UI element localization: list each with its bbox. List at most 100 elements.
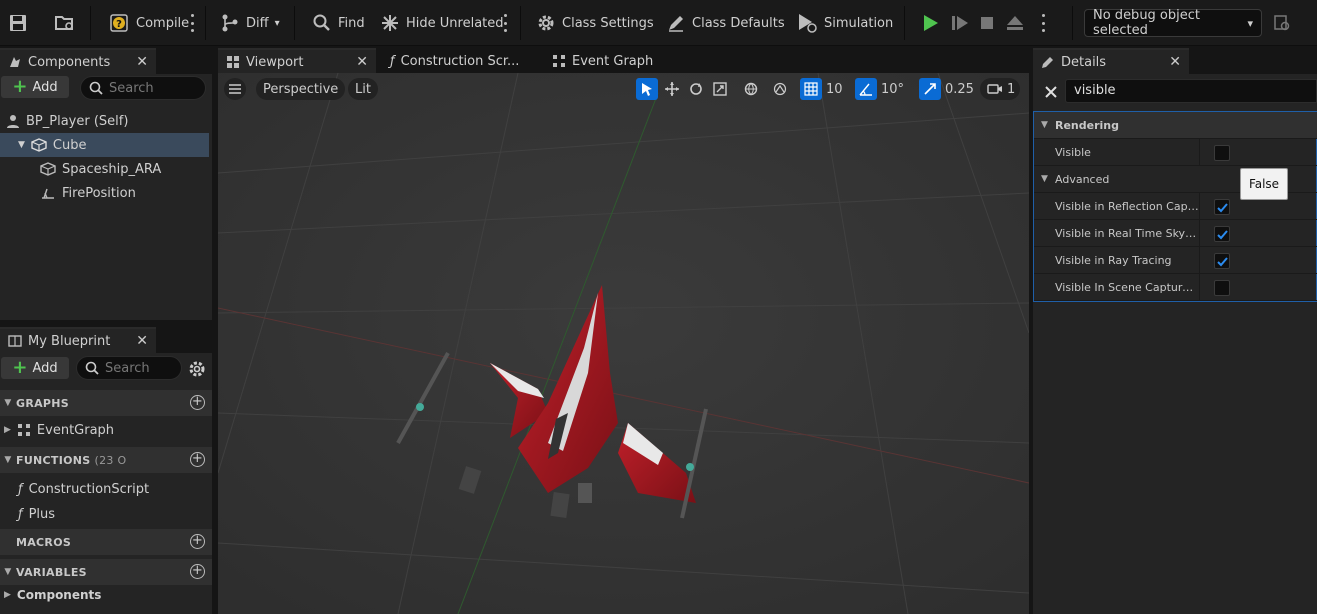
select-mode-icon[interactable] bbox=[636, 78, 658, 100]
close-icon[interactable]: ✕ bbox=[136, 333, 148, 349]
hide-unrelated-kebab[interactable] bbox=[502, 14, 508, 32]
simulation-button[interactable]: Simulation bbox=[792, 8, 897, 38]
component-item-self[interactable]: BP_Player (Self) bbox=[0, 109, 209, 133]
component-item-cube[interactable]: ▼ Cube bbox=[0, 133, 209, 157]
rotate-mode-icon[interactable] bbox=[685, 78, 707, 100]
close-icon[interactable]: ✕ bbox=[356, 54, 368, 70]
hide-unrelated-icon bbox=[380, 13, 400, 33]
lit-button[interactable]: Lit bbox=[348, 78, 378, 100]
viewport-options-menu-icon[interactable] bbox=[224, 78, 246, 100]
function-icon: ƒ bbox=[18, 506, 23, 522]
variable-category-components[interactable]: ▶ Components bbox=[0, 583, 101, 607]
add-macro-icon[interactable]: + bbox=[190, 534, 205, 549]
play-icon bbox=[920, 13, 940, 33]
eject-icon bbox=[1005, 13, 1025, 33]
viewport-icon bbox=[226, 55, 240, 69]
components-search-input[interactable]: Search bbox=[80, 76, 206, 100]
visible-scenecapture-checkbox[interactable] bbox=[1214, 280, 1230, 296]
property-label: Visible in Real Time Sky C... bbox=[1034, 219, 1200, 247]
section-macros[interactable]: MACROS + bbox=[0, 529, 212, 555]
add-label: Add bbox=[32, 360, 58, 376]
tab-my-blueprint[interactable]: My Blueprint ✕ bbox=[0, 327, 156, 353]
camera-speed-button[interactable]: 1 bbox=[980, 78, 1020, 100]
debug-object-dropdown[interactable]: No debug object selected ▾ bbox=[1084, 8, 1262, 38]
event-graph-icon bbox=[552, 54, 566, 68]
visible-reflection-checkbox[interactable] bbox=[1214, 199, 1230, 215]
rotation-snap-value[interactable]: 10° bbox=[877, 78, 908, 100]
save-button[interactable] bbox=[4, 8, 32, 38]
person-icon bbox=[6, 114, 20, 128]
main-toolbar: ? Compile Diff ▾ Find Hide Unrelated Cla… bbox=[0, 0, 1317, 46]
category-rendering[interactable]: ▼ Rendering bbox=[1034, 112, 1317, 139]
perspective-button[interactable]: Perspective bbox=[256, 78, 346, 100]
class-settings-label: Class Settings bbox=[562, 15, 654, 31]
visible-checkbox[interactable] bbox=[1214, 145, 1230, 161]
find-button[interactable]: Find bbox=[308, 8, 369, 38]
section-functions[interactable]: ▼ FUNCTIONS (23 O + bbox=[0, 447, 212, 473]
diff-icon bbox=[220, 13, 240, 33]
compile-options-kebab[interactable] bbox=[189, 14, 195, 32]
add-label: Add bbox=[32, 79, 58, 95]
play-options-kebab[interactable] bbox=[1040, 14, 1046, 32]
grid-snap-icon[interactable] bbox=[800, 78, 822, 100]
details-tabhead: Details ✕ bbox=[1033, 48, 1317, 74]
component-item-spaceship[interactable]: Spaceship_ARA bbox=[0, 157, 209, 181]
expand-arrow-icon: ▼ bbox=[18, 140, 25, 150]
section-graphs[interactable]: ▼ GRAPHS + bbox=[0, 390, 212, 416]
tab-components[interactable]: Components ✕ bbox=[0, 48, 156, 74]
clear-search-icon[interactable] bbox=[1043, 84, 1059, 100]
add-variable-icon[interactable]: + bbox=[190, 564, 205, 579]
plus-icon: + bbox=[12, 357, 28, 378]
scale-mode-icon[interactable] bbox=[709, 78, 731, 100]
rotation-snap-icon[interactable] bbox=[855, 78, 877, 100]
debug-filter-button[interactable] bbox=[1268, 8, 1296, 38]
step-button[interactable] bbox=[946, 8, 974, 38]
tab-viewport[interactable]: Viewport ✕ bbox=[218, 48, 376, 74]
surface-snap-icon[interactable] bbox=[769, 78, 791, 100]
compile-button[interactable]: ? Compile bbox=[104, 8, 193, 38]
scale-snap-icon[interactable] bbox=[919, 78, 941, 100]
world-local-icon[interactable] bbox=[740, 78, 762, 100]
grid-snap-value[interactable]: 10 bbox=[822, 78, 847, 100]
tab-details[interactable]: Details ✕ bbox=[1033, 48, 1189, 74]
class-defaults-button[interactable]: Class Defaults bbox=[662, 8, 789, 38]
section-variables[interactable]: ▼ VARIABLES + bbox=[0, 559, 212, 585]
my-blueprint-tabhead: My Blueprint ✕ bbox=[0, 327, 212, 353]
function-item-constructionscript[interactable]: ƒ ConstructionScript bbox=[0, 477, 149, 501]
blueprint-search-input[interactable]: Search bbox=[76, 356, 182, 380]
eject-button[interactable] bbox=[1001, 8, 1029, 38]
diff-button[interactable]: Diff ▾ bbox=[216, 8, 284, 38]
viewport-canvas[interactable]: Perspective Lit 10 10° 0.25 1 bbox=[218, 73, 1029, 614]
graph-item-eventgraph[interactable]: ▶ EventGraph bbox=[0, 418, 114, 442]
function-item-plus[interactable]: ƒ Plus bbox=[0, 502, 55, 526]
add-function-icon[interactable]: + bbox=[190, 452, 205, 467]
details-search-input[interactable]: visible bbox=[1065, 79, 1317, 103]
hide-unrelated-button[interactable]: Hide Unrelated bbox=[376, 8, 508, 38]
add-graph-icon[interactable]: + bbox=[190, 395, 205, 410]
components-add-button[interactable]: + Add bbox=[1, 76, 69, 98]
components-tabhead: Components ✕ bbox=[0, 48, 212, 74]
collapse-arrow-icon: ▼ bbox=[1041, 174, 1048, 184]
blueprint-add-button[interactable]: + Add bbox=[1, 357, 69, 379]
section-graphs-label: GRAPHS bbox=[16, 396, 70, 410]
save-icon bbox=[8, 13, 28, 33]
tab-event-graph[interactable]: Event Graph bbox=[536, 48, 676, 74]
static-mesh-icon bbox=[40, 162, 56, 176]
tab-construction-script[interactable]: ƒ Construction Scr... bbox=[376, 48, 536, 74]
close-icon[interactable]: ✕ bbox=[136, 54, 148, 70]
scale-snap-value[interactable]: 0.25 bbox=[941, 78, 978, 100]
visible-sky-checkbox[interactable] bbox=[1214, 226, 1230, 242]
collapse-arrow-icon: ▼ bbox=[4, 567, 12, 577]
class-settings-button[interactable]: Class Settings bbox=[532, 8, 658, 38]
components-tab-label: Components bbox=[28, 54, 111, 70]
translate-mode-icon[interactable] bbox=[661, 78, 683, 100]
play-button[interactable] bbox=[916, 8, 944, 38]
browse-button[interactable] bbox=[50, 8, 80, 38]
my-blueprint-tab-label: My Blueprint bbox=[28, 333, 111, 349]
blueprint-settings-gear-icon[interactable] bbox=[188, 360, 206, 378]
stop-button[interactable] bbox=[974, 8, 1000, 38]
component-item-fireposition[interactable]: FirePosition bbox=[0, 181, 209, 205]
close-icon[interactable]: ✕ bbox=[1169, 54, 1181, 70]
visible-raytracing-checkbox[interactable] bbox=[1214, 253, 1230, 269]
debug-object-label: No debug object selected bbox=[1093, 8, 1200, 38]
